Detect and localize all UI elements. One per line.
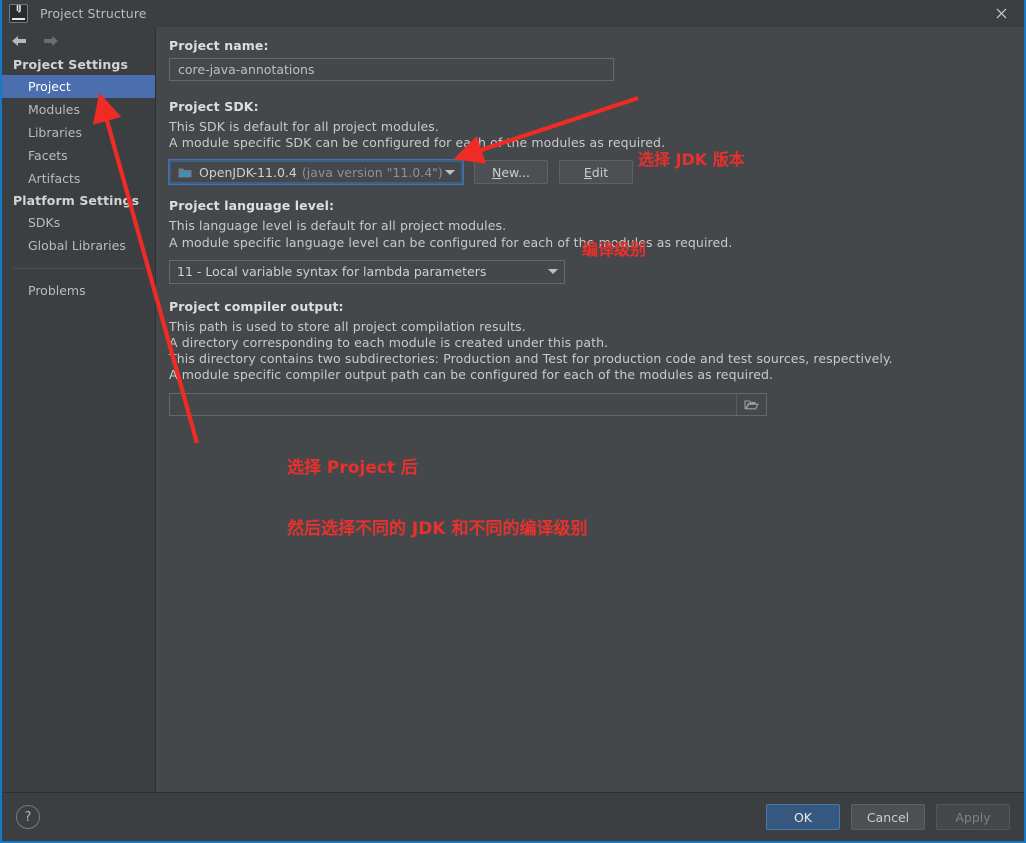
project-name-input[interactable]: core-java-annotations xyxy=(169,58,614,81)
sidebar-item-facets[interactable]: Facets xyxy=(2,144,155,167)
folder-browse-icon[interactable] xyxy=(736,394,766,415)
edit-sdk-button-label-rest: dit xyxy=(592,165,608,180)
project-sdk-version-detail: (java version "11.0.4") xyxy=(302,165,443,180)
sidebar-item-global-libraries[interactable]: Global Libraries xyxy=(2,234,155,257)
project-structure-dialog: Project Structure Project Settings Proje… xyxy=(0,0,1026,843)
title-bar: Project Structure xyxy=(2,0,1024,28)
annotation-compile-level: 编译级别 xyxy=(582,236,646,260)
project-settings-panel: Project name: core-java-annotations Proj… xyxy=(156,27,1024,793)
new-sdk-button-label-rest: ew... xyxy=(501,165,530,180)
ok-button[interactable]: OK xyxy=(766,804,840,830)
compiler-output-desc-line3: This directory contains two subdirectori… xyxy=(169,351,1010,367)
language-level-desc-line1: This language level is default for all p… xyxy=(169,218,1010,234)
language-level-selected: 11 - Local variable syntax for lambda pa… xyxy=(177,264,486,279)
compiler-output-path-input[interactable] xyxy=(169,393,767,416)
close-icon[interactable] xyxy=(979,0,1024,26)
compiler-output-desc-line1: This path is used to store all project c… xyxy=(169,319,1010,335)
sidebar-item-sdks[interactable]: SDKs xyxy=(2,211,155,234)
project-sdk-selected: OpenJDK-11.0.4 xyxy=(199,165,297,180)
java-sdk-folder-icon xyxy=(178,166,192,179)
new-sdk-button[interactable]: New... xyxy=(474,160,548,184)
sidebar-group-platform-settings: Platform Settings xyxy=(2,190,155,211)
new-sdk-button-label-mnemonic: N xyxy=(492,165,501,180)
sidebar-navigation-bar xyxy=(2,27,155,54)
compiler-output-desc-line2: A directory corresponding to each module… xyxy=(169,335,1010,351)
cancel-button[interactable]: Cancel xyxy=(851,804,925,830)
language-level-label: Project language level: xyxy=(169,198,1010,213)
compiler-output-desc-line4: A module specific compiler output path c… xyxy=(169,367,1010,383)
settings-sidebar: Project Settings Project Modules Librari… xyxy=(2,27,156,793)
annotation-select-jdk-version: 选择 JDK 版本 xyxy=(638,146,745,170)
sidebar-item-modules[interactable]: Modules xyxy=(2,98,155,121)
arrow-left-icon[interactable] xyxy=(10,34,28,48)
project-sdk-label: Project SDK: xyxy=(169,99,1010,114)
sidebar-item-problems[interactable]: Problems xyxy=(2,279,155,302)
sidebar-item-libraries[interactable]: Libraries xyxy=(2,121,155,144)
sidebar-item-artifacts[interactable]: Artifacts xyxy=(2,167,155,190)
project-name-label: Project name: xyxy=(169,38,1010,53)
sidebar-group-project-settings: Project Settings xyxy=(2,54,155,75)
language-level-combo[interactable]: 11 - Local variable syntax for lambda pa… xyxy=(169,260,565,284)
apply-button: Apply xyxy=(936,804,1010,830)
help-question-icon[interactable]: ? xyxy=(16,805,40,829)
project-sdk-combo[interactable]: OpenJDK-11.0.4 (java version "11.0.4") xyxy=(169,160,463,184)
compiler-output-label: Project compiler output: xyxy=(169,299,1010,314)
dialog-footer: ? OK Cancel Apply xyxy=(2,792,1024,841)
annotation-then-select-jdk-and-level: 然后选择不同的 JDK 和不同的编译级别 xyxy=(287,514,587,539)
sidebar-divider xyxy=(13,268,145,269)
annotation-after-selecting-project: 选择 Project 后 xyxy=(287,453,418,478)
sidebar-item-project[interactable]: Project xyxy=(2,75,155,98)
edit-sdk-button[interactable]: Edit xyxy=(559,160,633,184)
project-sdk-desc-line1: This SDK is default for all project modu… xyxy=(169,119,1010,135)
compiler-output-path-value xyxy=(178,394,736,415)
window-title: Project Structure xyxy=(40,6,147,21)
intellij-idea-logo-icon xyxy=(9,4,28,23)
chevron-down-icon[interactable] xyxy=(548,269,558,274)
chevron-down-icon[interactable] xyxy=(445,170,455,175)
arrow-right-icon xyxy=(42,34,60,48)
edit-sdk-button-label-mnemonic: E xyxy=(584,165,592,180)
project-sdk-desc-line2: A module specific SDK can be configured … xyxy=(169,135,1010,151)
